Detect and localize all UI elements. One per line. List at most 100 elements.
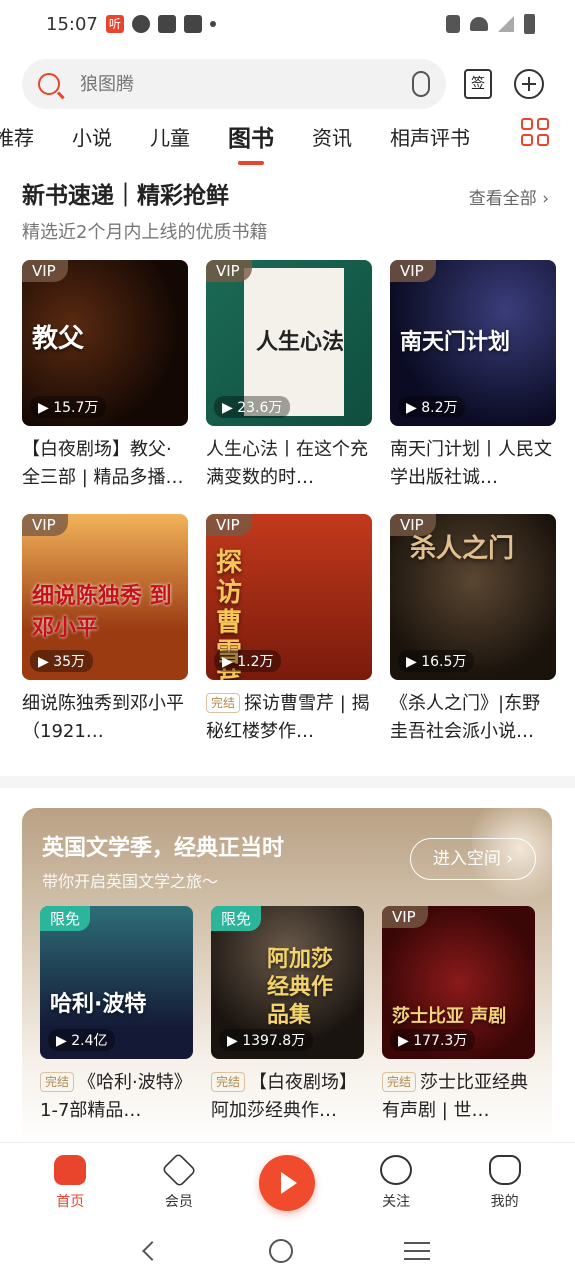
status-bar: 15:07 听 [0, 0, 575, 48]
completed-tag: 完结 [206, 693, 241, 713]
book-card-cao-xueqin[interactable]: VIP 探访曹雪芹 ▶ 1.2万 完结探访曹雪芹 | 揭秘红楼梦作… [206, 514, 372, 746]
book-title[interactable]: 细说陈独秀到邓小平（1921… [22, 690, 188, 746]
cover-title: 杀人之门 [410, 534, 515, 564]
vip-badge: VIP [390, 260, 436, 282]
cover-title: 教父 [32, 324, 85, 354]
search-row: 签 [22, 58, 557, 110]
book-cover[interactable]: VIP 南天门计划 ▶ 8.2万 [390, 260, 556, 426]
cover-title: 南天门计划 [400, 330, 511, 355]
search-input[interactable] [80, 73, 380, 95]
cover-title: 阿加莎经典作品集 [267, 947, 334, 1028]
play-count: ▶ 1.2万 [214, 650, 282, 672]
battery-icon [524, 14, 535, 34]
tab-books[interactable]: 图书 [228, 119, 274, 153]
play-count: ▶ 15.7万 [30, 396, 107, 418]
play-count: ▶ 35万 [30, 650, 94, 672]
nav-label: 首页 [56, 1193, 85, 1210]
book-cover[interactable]: 限免 阿加莎经典作品集 ▶ 1397.8万 [211, 906, 364, 1059]
nav-label: 关注 [382, 1193, 411, 1210]
nav-me[interactable]: 我的 [465, 1154, 545, 1211]
section-subtitle: 精选近2个月内上线的优质书籍 [22, 222, 268, 243]
tab-crosstalk[interactable]: 相声评书 [390, 122, 470, 151]
play-count: ▶ 2.4亿 [48, 1029, 116, 1051]
new-books-grid: VIP 教父 ▶ 15.7万 【白夜剧场】教父·全三部 | 精品多播… VIP … [22, 260, 557, 746]
sign-in-calendar-icon[interactable]: 签 [464, 69, 492, 99]
book-card-agatha[interactable]: 限免 阿加莎经典作品集 ▶ 1397.8万 完结 【白夜剧场】阿加莎经典作… [211, 906, 364, 1125]
cover-title: 莎士比亚 声剧 [392, 1006, 507, 1027]
book-card-murder-door[interactable]: VIP 杀人之门 ▶ 16.5万 《杀人之门》|东野圭吾社会派小说… [390, 514, 556, 746]
view-all-link[interactable]: 查看全部 › [469, 184, 549, 209]
nav-player[interactable] [247, 1154, 327, 1211]
tab-recommend[interactable]: 推荐 [0, 122, 34, 151]
app-icon [183, 15, 202, 33]
book-card-harry-potter[interactable]: 限免 哈利·波特 ▶ 2.4亿 完结 《哈利·波特》1-7部精品… [40, 906, 193, 1125]
nav-label: 我的 [490, 1193, 519, 1210]
section-title: 新书速递｜精彩抢鲜 [22, 183, 229, 209]
promo-subtitle: 带你开启英国文学之旅～ [42, 872, 219, 891]
promo-books-grid: 限免 哈利·波特 ▶ 2.4亿 完结 《哈利·波特》1-7部精品… 限免 阿加莎经… [40, 906, 535, 1125]
book-card-shakespeare[interactable]: VIP 莎士比亚 声剧 ▶ 177.3万 完结 莎士比亚经典有声剧 | 世… [382, 906, 535, 1125]
play-count: ▶ 16.5万 [398, 650, 475, 672]
book-cover[interactable]: VIP 杀人之门 ▶ 16.5万 [390, 514, 556, 680]
system-navigation-bar [0, 1222, 575, 1280]
book-card-chen-duxiu[interactable]: VIP 细说陈独秀 到邓小平 ▶ 35万 细说陈独秀到邓小平（1921… [22, 514, 188, 746]
nav-follow[interactable]: 关注 [356, 1154, 436, 1211]
book-title[interactable]: 完结 【白夜剧场】阿加莎经典作… [211, 1069, 364, 1125]
play-count: ▶ 8.2万 [398, 396, 466, 418]
tab-children[interactable]: 儿童 [150, 122, 190, 151]
play-icon[interactable] [259, 1154, 316, 1211]
book-title[interactable]: 完结 《哈利·波特》1-7部精品… [40, 1069, 193, 1125]
book-cover[interactable]: VIP 人生心法 ▶ 23.6万 [206, 260, 372, 426]
tab-news[interactable]: 资讯 [312, 122, 352, 151]
book-title[interactable]: 完结 莎士比亚经典有声剧 | 世… [382, 1069, 535, 1125]
book-cover[interactable]: VIP 教父 ▶ 15.7万 [22, 260, 188, 426]
book-card-godfather[interactable]: VIP 教父 ▶ 15.7万 【白夜剧场】教父·全三部 | 精品多播… [22, 260, 188, 492]
free-badge: 限免 [40, 906, 91, 931]
vip-badge: VIP [206, 260, 252, 282]
vip-badge: VIP [22, 514, 68, 536]
book-cover[interactable]: VIP 细说陈独秀 到邓小平 ▶ 35万 [22, 514, 188, 680]
book-card-life-mind[interactable]: VIP 人生心法 ▶ 23.6万 人生心法丨在这个充满变数的时… [206, 260, 372, 492]
compass-icon [380, 1154, 413, 1185]
cover-title: 细说陈独秀 到邓小平 [32, 584, 172, 641]
book-cover[interactable]: VIP 莎士比亚 声剧 ▶ 177.3万 [382, 906, 535, 1059]
app-notification-icon: 听 [105, 15, 124, 33]
back-icon[interactable] [142, 1241, 163, 1261]
home-circle-icon[interactable] [269, 1239, 294, 1263]
book-title[interactable]: 【白夜剧场】教父·全三部 | 精品多播… [22, 436, 188, 492]
search-bar[interactable] [22, 59, 446, 109]
section-divider [0, 776, 575, 788]
book-title[interactable]: 南天门计划丨人民文学出版社诚… [390, 436, 556, 492]
completed-tag: 完结 [211, 1072, 246, 1092]
signal-icon [498, 16, 514, 32]
tab-novel[interactable]: 小说 [72, 122, 112, 151]
book-cover[interactable]: 限免 哈利·波特 ▶ 2.4亿 [40, 906, 193, 1059]
all-categories-grid-icon[interactable] [521, 118, 549, 146]
book-card-nantianmen[interactable]: VIP 南天门计划 ▶ 8.2万 南天门计划丨人民文学出版社诚… [390, 260, 556, 492]
mail-icon [157, 15, 176, 33]
vip-badge: VIP [382, 906, 428, 928]
nav-home[interactable]: 首页 [30, 1154, 110, 1211]
book-title[interactable]: 《杀人之门》|东野圭吾社会派小说… [390, 690, 556, 746]
play-count: ▶ 23.6万 [214, 396, 291, 418]
nav-vip[interactable]: 会员 [139, 1151, 219, 1211]
microphone-icon[interactable] [412, 71, 430, 97]
book-title[interactable]: 人生心法丨在这个充满变数的时… [206, 436, 372, 492]
more-notifications-dot-icon [209, 21, 216, 27]
bottom-navigation: 首页 会员 关注 我的 [0, 1142, 575, 1222]
book-title[interactable]: 完结 探访曹雪芹 | 揭秘红楼梦作… [206, 690, 372, 746]
promo-title: 英国文学季，经典正当时 [42, 836, 285, 861]
enter-space-button[interactable]: 进入空间 › [410, 838, 536, 880]
book-cover[interactable]: VIP 探访曹雪芹 ▶ 1.2万 [206, 514, 372, 680]
cover-title: 人生心法 [256, 330, 345, 355]
menu-icon[interactable] [403, 1242, 430, 1260]
home-icon [54, 1154, 87, 1185]
vibrate-icon [446, 15, 460, 33]
british-literature-panel: 英国文学季，经典正当时 带你开启英国文学之旅～ 进入空间 › 限免 哈利·波特 … [22, 808, 552, 1148]
cover-title: 哈利·波特 [50, 992, 147, 1017]
check-circle-icon [131, 15, 150, 33]
add-icon[interactable] [514, 69, 544, 99]
vip-badge: VIP [206, 514, 252, 536]
vip-diamond-icon [161, 1151, 197, 1188]
category-tabs: 推荐 小说 儿童 图书 资讯 相声评书 [0, 114, 575, 158]
